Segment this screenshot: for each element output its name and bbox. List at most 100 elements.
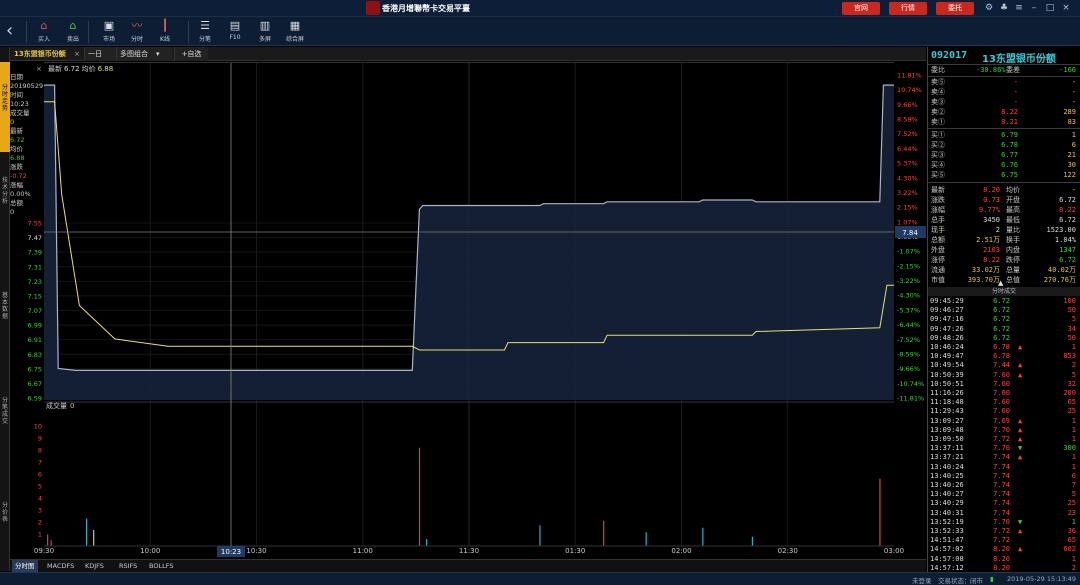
volume-bar: [93, 530, 95, 546]
timeshare-icon: 〰: [131, 19, 143, 32]
bid-volume: 1: [1071, 131, 1076, 139]
toolbar-label: 买入: [37, 36, 50, 43]
x-tick-label: 09:30: [34, 547, 54, 555]
stat-label: 总手: [931, 216, 945, 224]
tick-row: 13:52:19 7.70 ▼ 1: [928, 518, 1080, 527]
tick-volume: 2: [1071, 361, 1076, 370]
official-site-button[interactable]: 官网: [842, 2, 880, 15]
y-left-tick-label: 6.83: [28, 351, 42, 359]
x-tick-label: 11:30: [459, 547, 479, 555]
x-cursor-label: 10:23: [221, 548, 241, 556]
tick-row: 11:18:48 7.60 65: [928, 398, 1080, 407]
ask-row: 卖① 8.21 83: [928, 118, 1080, 128]
toolbar-sell-button[interactable]: ⌂ 卖出: [60, 19, 86, 45]
tick-row: 11:29:43 7.60 25: [928, 407, 1080, 416]
volume-legend: 成交量 0: [46, 401, 74, 410]
toolbar-label: 分时: [130, 36, 143, 43]
stat-row: 总手 3450 最低 6.72: [928, 216, 1080, 226]
collapse-up-icon[interactable]: ▲: [998, 279, 1003, 287]
bid-row: 买④ 6.76 30: [928, 161, 1080, 171]
tick-price: 7.60: [993, 398, 1010, 407]
ask-label: 卖③: [931, 98, 945, 106]
tab-rsifs[interactable]: RSIFS: [116, 560, 140, 572]
toolbar-label: 卖出: [66, 36, 79, 43]
order-ratio-value: -30.86%: [976, 66, 1006, 74]
quote-panel: 092017 13东盟银币份额 委比 -30.86% 委差 -166 卖⑤ - - 卖…: [927, 47, 1080, 572]
toolbar-f10-button[interactable]: ▤ F10: [222, 19, 248, 45]
tab-bollfs[interactable]: BOLLFS: [146, 560, 176, 572]
bid-price: 6.77: [1001, 151, 1018, 159]
toolbar-tick-button[interactable]: ☰ 分笔: [192, 19, 218, 45]
tick-time: 13:40:27: [930, 490, 964, 499]
toolbar-composite-screen-button[interactable]: ▦ 综合屏: [282, 19, 308, 45]
timeshare-chart[interactable]: 最新 6.72 均价 6.88 × 7.55 7.47 7.39 7.31 7.23 7.15 7.0…: [0, 62, 926, 573]
y-left-tick-label: 6.59: [28, 395, 42, 403]
stat-value: 6.72: [1059, 216, 1076, 224]
stat-value: 270.76万: [1043, 276, 1076, 284]
tick-row: 09:48:26 6.72 50: [928, 334, 1080, 343]
tick-volume: 7: [1071, 481, 1076, 489]
volume-bar: [645, 532, 647, 546]
toolbar-timeshare-button[interactable]: 〰分时: [124, 19, 150, 45]
tick-time: 11:16:26: [930, 389, 964, 397]
close-chart-icon[interactable]: ×: [36, 65, 42, 73]
order-button[interactable]: 委托: [936, 2, 974, 15]
tab-kdjfs[interactable]: KDJFS: [82, 560, 107, 572]
add-watchlist-button[interactable]: +自选: [174, 47, 208, 61]
tick-time: 13:09:50: [930, 435, 964, 443]
stat-label: 市值: [931, 276, 945, 284]
toolbar-multi-screen-button[interactable]: ▥ 多屏: [252, 19, 278, 45]
tick-volume: 602: [1063, 545, 1076, 554]
bid-row: 买③ 6.77 21: [928, 151, 1080, 161]
tick-volume: 100: [1063, 297, 1076, 305]
y-right-tick-label: 3.22%: [897, 189, 918, 197]
legend-prefix: 最新: [48, 64, 62, 73]
bid-volume: 30: [1067, 161, 1076, 169]
close-tab-icon[interactable]: ×: [74, 47, 80, 61]
toolbar-kline-button[interactable]: ┃ K线: [152, 19, 178, 45]
stat-label: 涨停: [931, 256, 945, 264]
stat-value: 1347: [1059, 246, 1076, 254]
tick-price: 7.74: [993, 453, 1010, 462]
composite-screen-icon: ▦: [289, 19, 301, 32]
y-left-tick-label: 6.99: [28, 322, 42, 330]
menu-icon[interactable]: ≡: [1012, 2, 1026, 15]
stat-value: 1523.00: [1046, 226, 1076, 234]
tick-row: 11:16:26 7.60 200: [928, 389, 1080, 398]
toolbar-market-button[interactable]: ▣ 市场: [96, 19, 122, 45]
y-left-tick-label: 7.31: [28, 263, 42, 271]
market-button[interactable]: 行情: [889, 2, 927, 15]
ask-volume: -: [1071, 98, 1076, 106]
tick-price: 7.70: [993, 517, 1010, 526]
tick-volume: 1: [1071, 343, 1076, 351]
tick-row: 10:49:54 7.44 ▲ 2: [928, 361, 1080, 370]
chart-mode-select[interactable]: 多图组合 ▾: [116, 47, 172, 61]
settings-icon[interactable]: ⚙: [982, 2, 996, 15]
login-status: 未登录: [912, 577, 932, 585]
tick-time: 13:40:31: [930, 508, 964, 517]
tab-timeshare[interactable]: 分时图: [12, 560, 38, 572]
y-right-tick-label: 10.74%: [897, 86, 922, 94]
tick-icon: ☰: [200, 19, 210, 32]
app-logo-icon: [366, 1, 380, 15]
back-icon[interactable]: ‹: [6, 21, 20, 41]
stat-value: 2.51万: [976, 236, 1000, 244]
tick-price: 6.72: [993, 297, 1010, 305]
y-right-tick-label: -10.74%: [897, 380, 924, 388]
ask-label: 卖④: [931, 88, 945, 96]
volume-tick-label: 4: [38, 495, 42, 503]
tab-macdfs[interactable]: MACDFS: [44, 560, 77, 572]
tick-direction-icon: ▲: [1018, 527, 1023, 535]
tick-price: 7.70: [993, 444, 1010, 453]
skin-icon[interactable]: ♣: [997, 2, 1011, 15]
toolbar-buy-button[interactable]: ⌂ 买入: [31, 19, 57, 45]
stock-tab[interactable]: 13东盟银币份额: [14, 47, 66, 61]
tick-row: 13:40:29 7.74 25: [928, 499, 1080, 508]
stat-label: 外盘: [931, 246, 945, 254]
volume-tick-label: 1: [38, 531, 42, 539]
order-diff-value: -166: [1059, 66, 1076, 74]
bid-price: 6.78: [1001, 141, 1018, 149]
minimize-icon[interactable]: –: [1027, 2, 1041, 15]
close-icon[interactable]: ×: [1059, 2, 1073, 15]
maximize-icon[interactable]: □: [1043, 2, 1057, 15]
